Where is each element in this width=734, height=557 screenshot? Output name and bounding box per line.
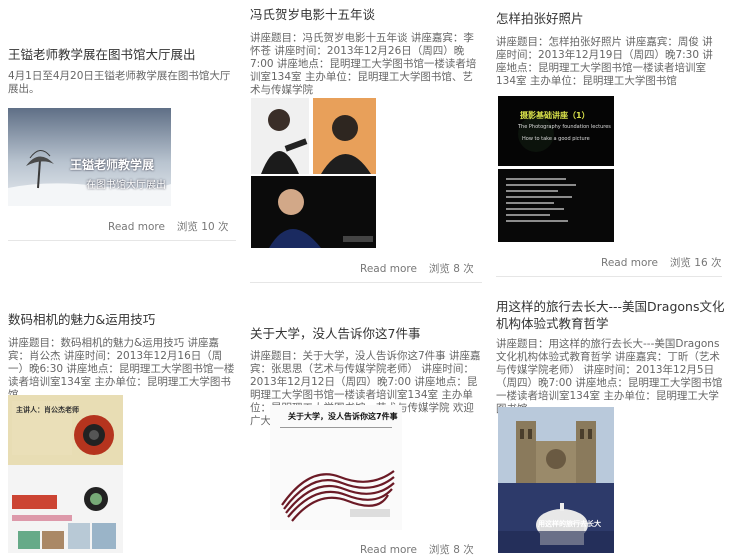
camera-lecture-poster-image <box>8 395 123 553</box>
thumbnail-caption: 主讲人：肖公杰老师 <box>16 406 79 414</box>
post-meta: Read more 浏览 8 次 <box>360 261 474 276</box>
post-card-digital-camera: 数码相机的魅力&运用技巧 讲座题目：数码相机的魅力&运用技巧 讲座嘉宾：肖公杰 … <box>8 311 236 402</box>
thumbnail-caption-en-sub: How to take a good picture <box>522 136 590 142</box>
divider <box>496 276 722 277</box>
post-thumbnail[interactable]: 主讲人：肖公杰老师 <box>8 395 123 553</box>
view-count: 浏览 8 次 <box>428 544 474 556</box>
post-title[interactable]: 王镒老师教学展在图书馆大厅展出 <box>8 46 236 63</box>
post-card-good-photos: 怎样拍张好照片 讲座题目：怎样拍张好照片 讲座嘉宾：周俊 讲座时间：2013年1… <box>496 10 722 88</box>
thumbnail-caption: 用这样的旅行去长大 <box>538 520 601 528</box>
view-count: 浏览 8 次 <box>428 263 474 275</box>
post-description: 讲座题目：怎样拍张好照片 讲座嘉宾：周俊 讲座时间：2013年12月19日（周四… <box>496 36 713 87</box>
post-meta: Read more 浏览 8 次 <box>360 542 474 557</box>
post-title[interactable]: 关于大学，没人告诉你这7件事 <box>250 325 482 342</box>
post-title[interactable]: 怎样拍张好照片 <box>496 10 722 27</box>
post-thumbnail[interactable]: 用这样的旅行去长大 <box>498 407 614 553</box>
feng-films-poster-image <box>251 98 376 248</box>
read-more-link[interactable]: Read more <box>108 221 165 233</box>
post-title[interactable]: 用这样的旅行去长大---美国Dragons文化机构体验式教育哲学 <box>496 298 728 332</box>
post-thumbnail[interactable]: 王镒老师教学展 在图书馆大厅展出 <box>8 108 171 206</box>
divider <box>250 282 482 283</box>
post-thumbnail[interactable] <box>251 98 376 248</box>
read-more-link[interactable]: Read more <box>360 263 417 275</box>
thumbnail-caption-en: The Photography foundation lectures <box>518 124 611 130</box>
post-card-dragons-travel: 用这样的旅行去长大---美国Dragons文化机构体验式教育哲学 讲座题目：用这… <box>496 298 728 416</box>
post-thumbnail[interactable]: 关于大学，没人告诉你这7件事 <box>270 405 402 530</box>
view-count: 浏览 10 次 <box>176 221 229 233</box>
read-more-link[interactable]: Read more <box>360 544 417 556</box>
view-count: 浏览 16 次 <box>669 257 722 269</box>
post-meta: Read more 浏览 16 次 <box>601 255 721 270</box>
post-meta: Read more 浏览 10 次 <box>108 219 228 234</box>
thumbnail-caption: 关于大学，没人告诉你这7件事 <box>288 412 398 421</box>
thumbnail-caption-main: 王镒老师教学展 <box>70 158 155 172</box>
post-description: 4月1日至4月20日王镒老师教学展在图书馆大厅展出。 <box>8 70 231 95</box>
thumbnail-caption-main: 摄影基础讲座（1） <box>520 111 590 120</box>
read-more-link[interactable]: Read more <box>601 257 658 269</box>
travel-lecture-poster-image <box>498 407 614 553</box>
post-card-wang-yi-exhibition: 王镒老师教学展在图书馆大厅展出 4月1日至4月20日王镒老师教学展在图书馆大厅展… <box>8 46 236 96</box>
post-title[interactable]: 冯氏贺岁电影十五年谈 <box>250 6 482 23</box>
post-card-feng-films: 冯氏贺岁电影十五年谈 讲座题目：冯氏贺岁电影十五年谈 讲座嘉宾：李怀苍 讲座时间… <box>250 6 482 97</box>
thumbnail-caption-sub: 在图书馆大厅展出 <box>86 180 166 191</box>
post-title[interactable]: 数码相机的魅力&运用技巧 <box>8 311 236 328</box>
post-description: 讲座题目：冯氏贺岁电影十五年谈 讲座嘉宾：李怀苍 讲座时间：2013年12月26… <box>250 32 477 96</box>
divider <box>8 240 236 241</box>
post-description: 讲座题目：数码相机的魅力&运用技巧 讲座嘉宾：肖公杰 讲座时间：2013年12月… <box>8 337 235 401</box>
university-lecture-poster-image <box>270 405 402 530</box>
post-description: 讲座题目：用这样的旅行去长大---美国Dragons文化机构体验式教育哲学 讲座… <box>496 338 723 415</box>
post-thumbnail[interactable]: 摄影基础讲座（1） The Photography foundation lec… <box>498 96 614 242</box>
